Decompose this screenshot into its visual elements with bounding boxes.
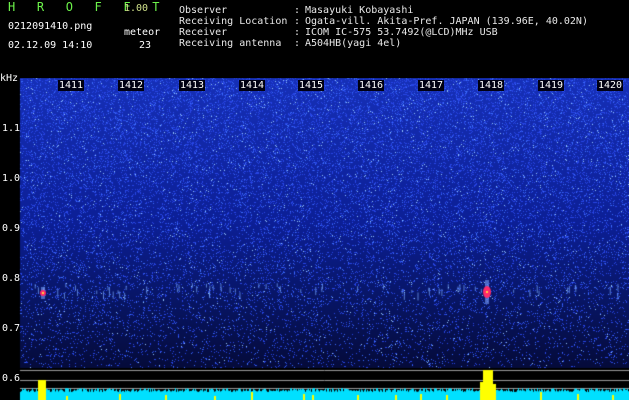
y-tick-label: 0.7 [2,323,21,334]
timestamp: 02.12.09 14:10 [8,40,93,51]
info-key-antenna: Receiving antenna [179,38,282,49]
x-tick-label: 1419 [538,80,565,91]
meteor-label: meteor [124,27,161,38]
info-value-receiver: ICOM IC-575 53.7492(@LCD)MHz USB [305,27,498,38]
info-key-receiver: Receiver [179,27,228,38]
x-tick-label: 1416 [358,80,385,91]
x-tick-label: 1415 [298,80,325,91]
meteor-count: 23 [139,40,152,51]
x-tick-label: 1411 [58,80,85,91]
file-name: 0212091410.png [8,21,93,32]
x-tick-label: 1413 [179,80,206,91]
x-tick-label: 1414 [239,80,266,91]
info-value-observer: Masayuki Kobayashi [305,5,414,16]
info-value-antenna: A504HB(yagi 4el) [305,38,402,49]
info-sep: : [294,16,301,27]
y-tick-label: 0.6 [2,373,21,384]
info-key-observer: Observer [179,5,228,16]
x-tick-label: 1412 [118,80,145,91]
x-tick-label: 1420 [597,80,624,91]
y-tick-label: 0.9 [2,223,21,234]
info-sep: : [294,27,301,38]
info-key-location: Receiving Location [179,16,288,27]
info-value-location: Ogata-vill. Akita-Pref. JAPAN (139.96E, … [305,16,588,27]
x-tick-label: 1417 [418,80,445,91]
y-tick-label: 1.1 [2,123,21,134]
info-sep: : [294,5,301,16]
info-sep: : [294,38,301,49]
x-tick-label: 1418 [478,80,505,91]
y-tick-label: 1.0 [2,173,21,184]
y-axis-unit: kHz [0,73,19,84]
app-version: 1.00 [124,3,149,14]
y-tick-label: 0.8 [2,273,21,284]
